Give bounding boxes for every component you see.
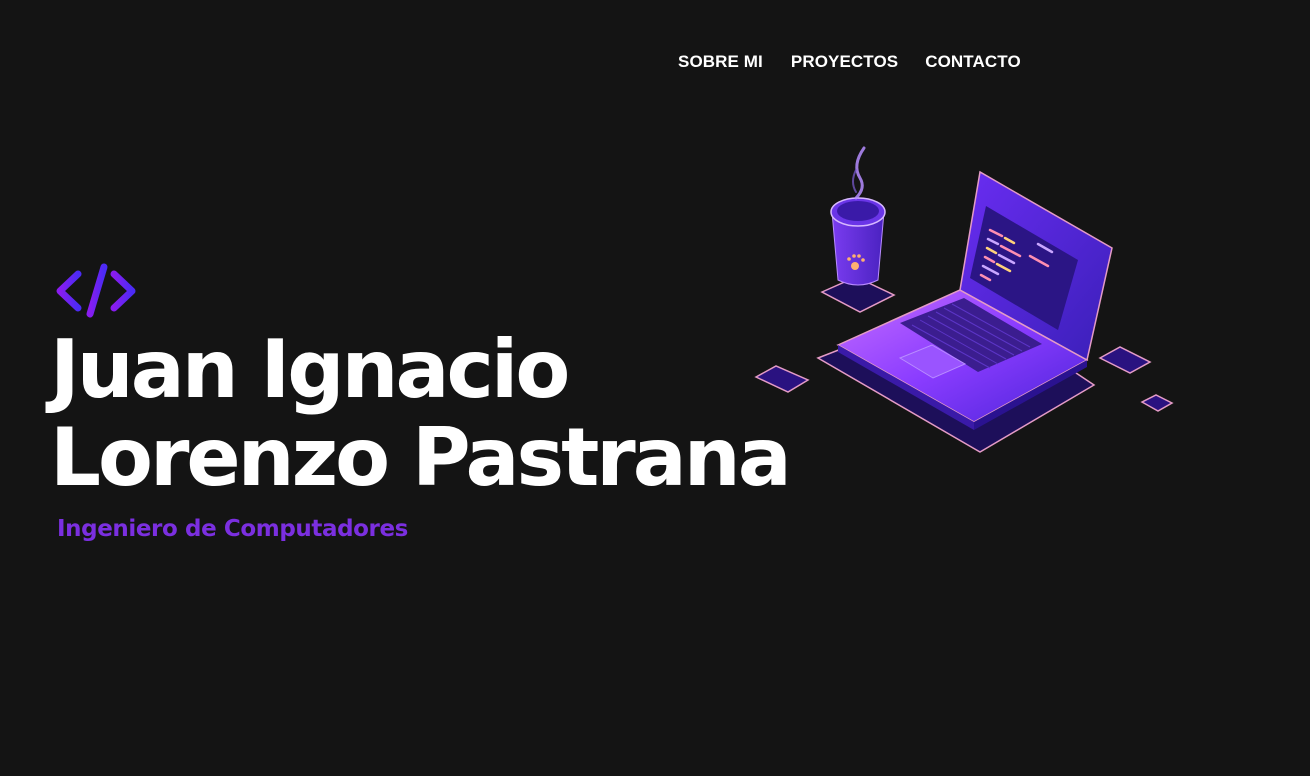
hero-name-line1: Juan Ignacio	[50, 323, 570, 416]
nav-link-sobre-mi[interactable]: SOBRE MI	[678, 52, 763, 72]
hero-name: Juan Ignacio Lorenzo Pastrana	[50, 323, 792, 504]
floating-tile-left	[754, 365, 810, 393]
code-brackets-icon	[56, 263, 136, 318]
main-nav: SOBRE MI PROYECTOS CONTACTO	[678, 52, 1021, 72]
hero-name-line2: Lorenzo Pastrana	[50, 411, 792, 504]
steam	[854, 146, 866, 200]
nav-link-contacto[interactable]: CONTACTO	[925, 52, 1021, 72]
floating-tile-small	[1140, 394, 1174, 412]
nav-link-proyectos[interactable]: PROYECTOS	[791, 52, 898, 72]
floating-tile-right	[1098, 346, 1152, 374]
hero-subtitle: Ingeniero de Computadores	[57, 516, 408, 542]
laptop-coffee-illustration	[754, 146, 1174, 453]
